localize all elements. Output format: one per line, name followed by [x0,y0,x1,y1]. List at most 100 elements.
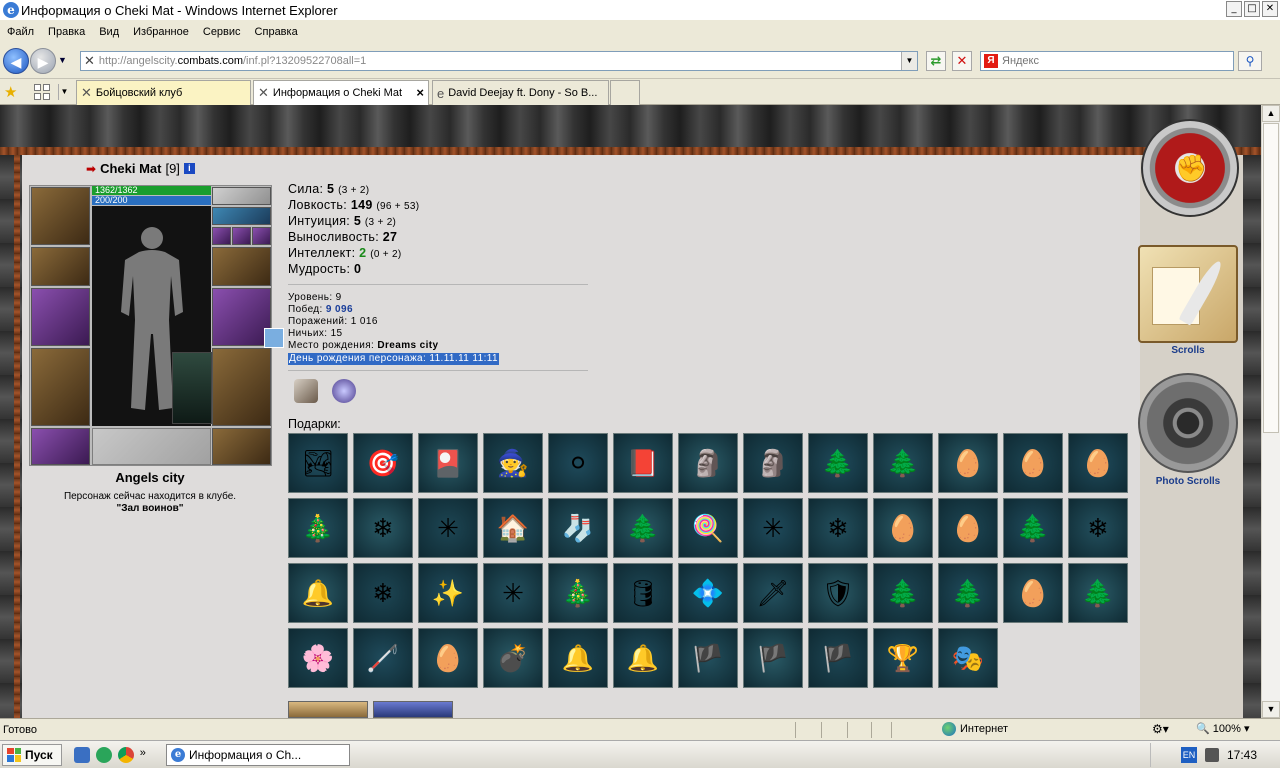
earrings-slot[interactable] [212,187,271,205]
address-input[interactable]: ✕ http://angelscity.combats.com/inf.pl?1… [80,51,918,71]
back-button[interactable]: ◀ [3,48,29,74]
gift-item[interactable]: 🌲 [873,433,933,493]
menu-edit[interactable]: Правка [48,26,93,38]
gift-item[interactable]: ⚪ [548,433,608,493]
enlarge-icon[interactable] [264,328,284,348]
shield-slot[interactable] [212,288,271,346]
gift-item[interactable]: ❄ [1068,498,1128,558]
refresh-icon[interactable]: ⇄ [926,51,946,71]
gift-item[interactable]: 🦯 [353,628,413,688]
gift-item[interactable]: ❄ [353,498,413,558]
gift-item[interactable]: 🔔 [548,628,608,688]
menu-tools[interactable]: Сервис [203,26,249,38]
stop-icon[interactable]: ✕ [952,51,972,71]
tab-list-dropdown-icon[interactable]: ▼ [58,84,70,100]
gift-item[interactable]: 💠 [678,563,738,623]
forward-button[interactable]: ▶ [30,48,56,74]
gift-item[interactable]: 🎭 [938,628,998,688]
search-box[interactable]: Я [980,51,1234,71]
gift-item[interactable]: 📕 [613,433,673,493]
private-message-arrow-icon[interactable]: ➡ [86,162,96,176]
minimize-button[interactable]: _ [1226,1,1242,17]
gift-item[interactable]: 🏴 [743,628,803,688]
amulet-slot[interactable] [212,207,271,225]
new-tab-button[interactable] [610,80,640,105]
ring2-slot[interactable] [232,227,251,245]
gift-item[interactable]: 🔔 [288,563,348,623]
scroll-thumb[interactable] [1263,123,1279,433]
photo-scrolls-link[interactable]: Photo Scrolls [1138,476,1238,487]
protected-mode-icon[interactable]: ⚙▾ [1152,722,1169,736]
show-desktop-icon[interactable] [73,746,90,763]
menu-view[interactable]: Вид [99,26,127,38]
bracers-slot[interactable] [31,247,90,286]
language-indicator[interactable]: EN [1181,747,1197,763]
scrolls-link[interactable]: Scrolls [1138,345,1238,356]
address-dropdown-icon[interactable]: ▼ [901,52,917,70]
gift-item[interactable]: ✳ [743,498,803,558]
gift-item[interactable]: 🌲 [613,498,673,558]
gift-item[interactable]: 🏠 [483,498,543,558]
tab-character-info[interactable]: ✕ Информация о Cheki Mat × [253,80,429,105]
favorites-star-icon[interactable]: ★ [4,83,17,101]
zoom-level[interactable]: 🔍 100% ▾ [1196,722,1249,735]
gift-item[interactable]: 🎯 [353,433,413,493]
gift-item[interactable]: 🥚 [1003,433,1063,493]
scroll-up-icon[interactable]: ▲ [1262,105,1280,122]
gift-item[interactable]: ✨ [418,563,478,623]
gift-item[interactable]: ❄ [353,563,413,623]
gift-item[interactable]: ✳ [418,498,478,558]
gift-item[interactable]: 🗿 [743,433,803,493]
gift-item[interactable]: ✳ [483,563,543,623]
gift-item[interactable]: ❄ [808,498,868,558]
guild-badge-icon[interactable] [294,379,318,403]
pants-slot[interactable] [212,348,271,426]
gift-item[interactable]: 🥚 [418,628,478,688]
ring3-slot[interactable] [252,227,271,245]
close-window-button[interactable]: ✕ [1262,1,1278,17]
menu-help[interactable]: Справка [255,26,306,38]
gift-item[interactable]: 🌲 [1003,498,1063,558]
tab-music[interactable]: e David Deejay ft. Dony - So B... [432,80,609,105]
gift-item[interactable]: 🏞 [288,433,348,493]
gift-item[interactable]: 🛢 [613,563,673,623]
armor-slot[interactable] [31,348,90,426]
page-scrollbar[interactable]: ▲ ▼ [1261,105,1280,718]
maximize-button[interactable]: □ [1244,1,1260,17]
gift-item[interactable]: 🏴 [678,628,738,688]
gift-item[interactable]: 🥚 [1068,433,1128,493]
menu-file[interactable]: Файл [7,26,42,38]
gift-item[interactable]: 🎄 [548,563,608,623]
gift-item[interactable]: 🌲 [808,433,868,493]
achievement-badge-icon[interactable] [332,379,356,403]
gift-item[interactable]: 🔔 [613,628,673,688]
start-button[interactable]: Пуск [2,743,62,766]
gift-item[interactable]: 🏴 [808,628,868,688]
skype-icon[interactable] [95,746,112,763]
close-tab-icon[interactable]: × [416,85,424,100]
gift-item[interactable]: 🎴 [418,433,478,493]
weapon-slot[interactable] [31,288,90,346]
helmet-slot[interactable] [31,187,90,245]
taskbar-ie-window[interactable]: e Информация о Ch... [166,744,350,766]
gift-item[interactable]: 🗿 [678,433,738,493]
gift-item[interactable]: 🌸 [288,628,348,688]
gift-item[interactable]: 🌲 [1068,563,1128,623]
quick-tabs-icon[interactable] [34,84,50,100]
fight-club-emblem-icon[interactable]: ✊ [1141,119,1239,217]
belt-slot[interactable] [31,428,90,465]
info-icon[interactable]: i [183,163,195,174]
volume-icon[interactable] [1205,748,1219,762]
gift-item[interactable]: 🥚 [1003,563,1063,623]
chrome-icon[interactable] [117,746,134,763]
history-dropdown-icon[interactable]: ▼ [58,55,67,65]
gift-item[interactable]: 🥚 [938,498,998,558]
gift-item[interactable]: 🗡 [743,563,803,623]
gift-item[interactable]: 🥚 [873,498,933,558]
menu-favorites[interactable]: Избранное [133,26,197,38]
search-input[interactable] [1002,55,1222,67]
wins-link[interactable]: 9 096 [326,304,353,315]
gift-item[interactable]: 💣 [483,628,543,688]
search-icon[interactable]: ⚲ [1238,51,1262,71]
more-chevron-icon[interactable]: » [140,747,146,763]
